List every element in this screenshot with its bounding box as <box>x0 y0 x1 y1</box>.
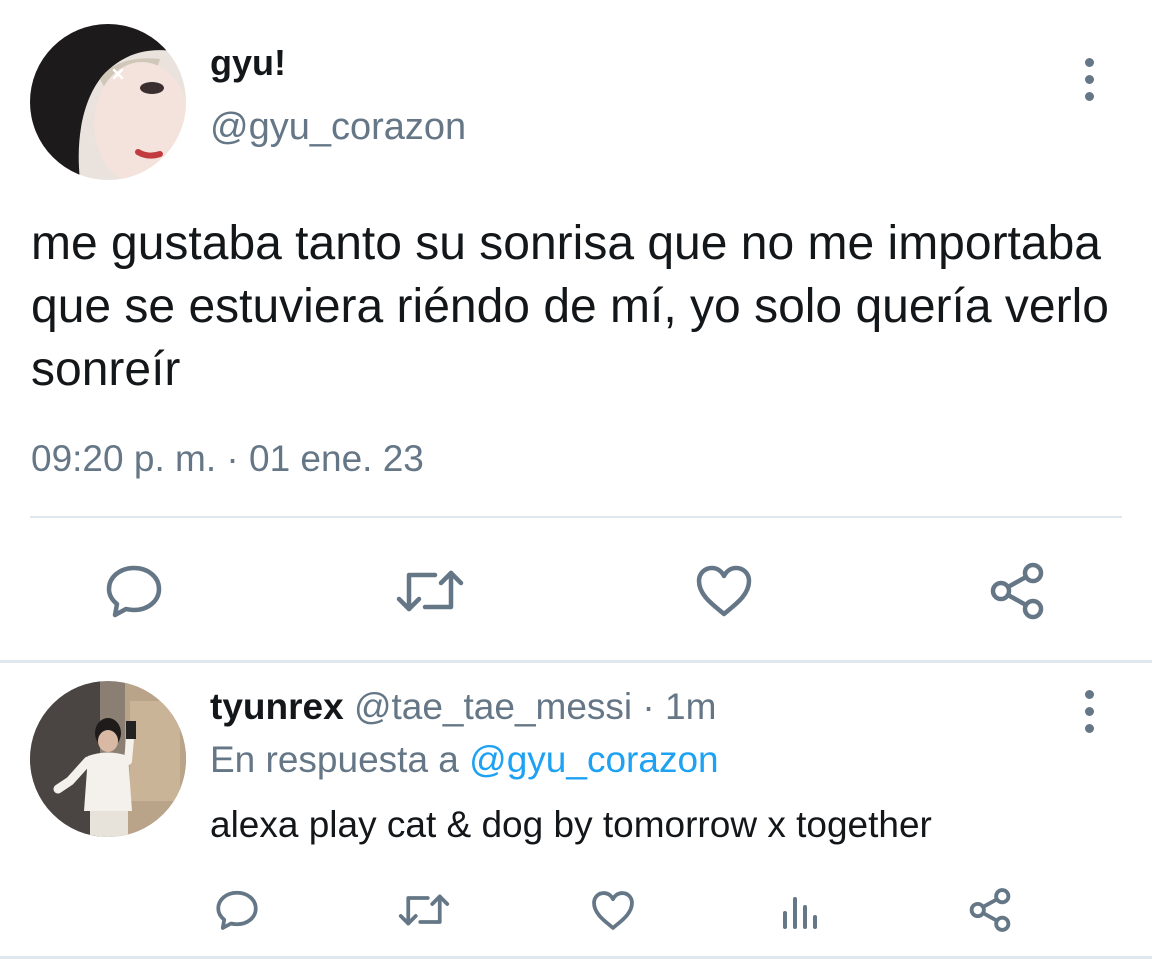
retweet-icon <box>396 570 464 612</box>
reply-button[interactable] <box>214 888 260 932</box>
tweet-time: 1m <box>665 686 717 727</box>
analytics-button[interactable] <box>780 892 822 932</box>
display-name[interactable]: gyu! <box>210 42 286 84</box>
more-options-icon[interactable] <box>1079 58 1099 101</box>
tweet-text: alexa play cat & dog by tomorrow x toget… <box>210 804 932 845</box>
share-icon <box>990 562 1044 620</box>
main-tweet: gyu! @gyu_corazon me gustaba tanto su so… <box>0 0 1152 660</box>
avatar[interactable] <box>30 681 186 837</box>
separator: · <box>632 686 666 727</box>
like-icon <box>696 565 752 617</box>
share-icon <box>969 888 1011 932</box>
replying-to: En respuesta a @gyu_corazon <box>210 739 719 781</box>
tweet-text: me gustaba tanto su sonrisa que no me im… <box>31 217 1109 396</box>
reply-button[interactable] <box>104 562 164 620</box>
retweet-icon <box>398 894 450 926</box>
like-button[interactable] <box>590 888 636 932</box>
avatar[interactable] <box>30 24 186 180</box>
section-divider <box>0 660 1152 663</box>
user-handle[interactable]: @tae_tae_messi <box>354 686 632 727</box>
retweet-button[interactable] <box>394 562 466 620</box>
replying-prefix: En respuesta a <box>210 739 470 780</box>
like-button[interactable] <box>694 562 754 620</box>
divider <box>30 516 1122 518</box>
user-handle[interactable]: @gyu_corazon <box>210 106 466 149</box>
display-name[interactable]: tyunrex <box>210 686 344 727</box>
share-button[interactable] <box>986 560 1048 622</box>
more-options-icon[interactable] <box>1079 690 1099 733</box>
retweet-button[interactable] <box>396 888 452 932</box>
tweet-timestamp: 09:20 p. m. · 01 ene. 23 <box>31 438 424 479</box>
share-button[interactable] <box>966 886 1014 934</box>
reply-icon <box>106 565 162 618</box>
reply-header: tyunrex @tae_tae_messi · 1m <box>210 686 716 728</box>
analytics-icon <box>783 897 817 929</box>
reply-icon <box>216 890 258 930</box>
mention-link[interactable]: @gyu_corazon <box>469 739 718 780</box>
like-icon <box>592 890 634 930</box>
section-divider <box>0 956 1152 959</box>
